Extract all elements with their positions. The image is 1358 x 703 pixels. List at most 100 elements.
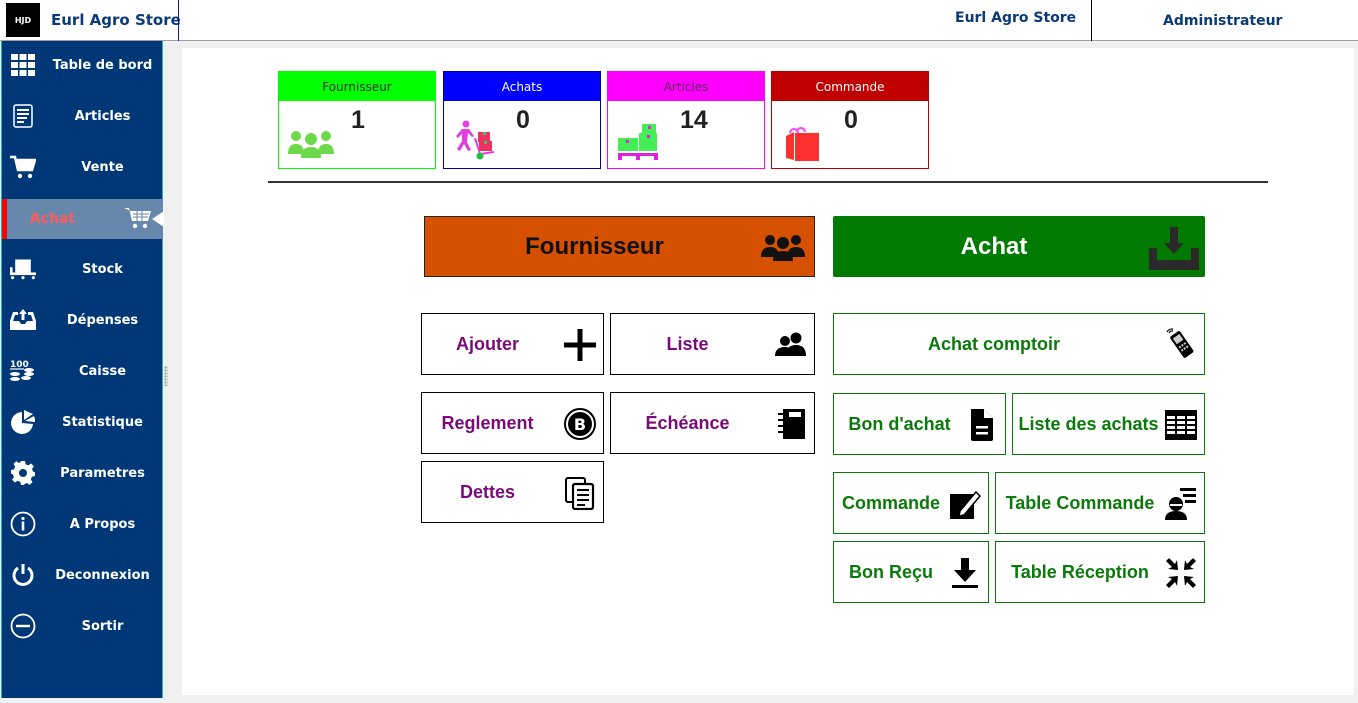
- file-icon: [965, 408, 999, 442]
- sidebar-item-label: Parametres: [60, 465, 145, 481]
- card-value: 0: [516, 106, 530, 134]
- bon-achat-button[interactable]: Bon d'achat: [833, 393, 1006, 455]
- minus-circle-icon: [10, 613, 36, 639]
- divider: [178, 0, 179, 41]
- dettes-label: Dettes: [459, 481, 516, 502]
- reglement-label: Reglement: [441, 412, 534, 433]
- sidebar-item-statistique[interactable]: Statistique: [2, 402, 163, 442]
- info-icon: [10, 511, 36, 537]
- echeance-label: Échéance: [645, 412, 730, 433]
- active-pointer: [152, 211, 164, 227]
- inbox-upload-icon: [10, 307, 36, 333]
- sidebar-item-achat[interactable]: Achat: [2, 199, 164, 239]
- card-title: Achats: [444, 72, 600, 101]
- card-articles[interactable]: Articles 14: [607, 71, 765, 169]
- sidebar-item-label: Stock: [82, 261, 123, 277]
- users-group-icon: [758, 225, 808, 271]
- boxes-pallet-icon: [616, 118, 666, 162]
- sidebar-item-label: Sortir: [81, 618, 124, 634]
- liste-des-achats-label: Liste des achats: [1018, 413, 1159, 434]
- power-icon: [10, 562, 36, 588]
- sidebar-item-label: A Propos: [69, 516, 136, 532]
- ajouter-button[interactable]: Ajouter: [421, 313, 604, 375]
- grid-icon: [10, 52, 36, 78]
- plus-icon: [563, 328, 597, 362]
- section-separator: [268, 181, 1268, 183]
- bitcoin-icon: B: [563, 407, 597, 441]
- sidebar-item-label: Articles: [74, 108, 131, 124]
- table-grid-icon: [1164, 408, 1198, 442]
- echeance-button[interactable]: Échéance: [610, 392, 815, 454]
- app-title: Eurl Agro Store: [51, 11, 181, 29]
- liste-label: Liste: [666, 333, 709, 354]
- table-commande-label: Table Commande: [1005, 492, 1155, 513]
- card-achats[interactable]: Achats 0: [443, 71, 601, 169]
- table-reception-label: Table Réception: [1011, 561, 1149, 582]
- card-value: 14: [680, 106, 708, 134]
- users-icon: [774, 328, 808, 362]
- download-icon: [948, 556, 982, 590]
- sidebar-item-label: Achat: [29, 211, 76, 227]
- divider: [1091, 0, 1092, 41]
- compress-arrows-icon: [1164, 556, 1198, 590]
- cart-icon: [10, 154, 36, 180]
- commande-button[interactable]: Commande: [833, 472, 989, 534]
- pallet-icon: [10, 256, 36, 282]
- sidebar-item-sortir[interactable]: Sortir: [2, 606, 163, 646]
- sidebar-item-caisse[interactable]: 100 Caisse: [2, 351, 163, 391]
- reglement-button[interactable]: Reglement B: [421, 392, 604, 454]
- bon-recu-button[interactable]: Bon Reçu: [833, 541, 989, 603]
- shopping-cart-icon: [124, 206, 152, 232]
- achat-section-label: Achat: [960, 232, 1028, 260]
- sidebar-item-label: Vente: [81, 159, 124, 175]
- user-role[interactable]: Administrateur: [1163, 13, 1282, 29]
- sidebar-item-vente[interactable]: Vente: [2, 147, 163, 187]
- card-fournisseur[interactable]: Fournisseur 1: [278, 71, 436, 169]
- sidebar-item-deconnexion[interactable]: Deconnexion: [2, 555, 163, 595]
- sidebar-item-stock[interactable]: Stock: [2, 249, 163, 289]
- bon-recu-label: Bon Reçu: [848, 561, 933, 582]
- sidebar-item-label: Table de bord: [52, 57, 153, 73]
- sidebar-item-articles[interactable]: Articles: [2, 96, 163, 136]
- table-reception-button[interactable]: Table Réception: [995, 541, 1205, 603]
- achat-section-button[interactable]: Achat: [833, 216, 1205, 277]
- card-commande[interactable]: Commande 0: [771, 71, 929, 169]
- liste-button[interactable]: Liste: [610, 313, 815, 375]
- bon-achat-label: Bon d'achat: [848, 413, 951, 434]
- dettes-button[interactable]: Dettes: [421, 461, 604, 523]
- sidebar-item-a-propos[interactable]: A Propos: [2, 504, 163, 544]
- sidebar-item-label: Caisse: [78, 363, 127, 379]
- achat-comptoir-button[interactable]: Achat comptoir: [833, 313, 1205, 375]
- top-bar: HJD Eurl Agro Store Eurl Agro Store Admi…: [0, 0, 1358, 41]
- table-commande-button[interactable]: Table Commande: [995, 472, 1205, 534]
- notebook-icon: [774, 407, 808, 441]
- copy-documents-icon: [563, 476, 597, 511]
- ajouter-label: Ajouter: [456, 333, 519, 354]
- liste-des-achats-button[interactable]: Liste des achats: [1012, 393, 1205, 455]
- commande-label: Commande: [841, 492, 940, 513]
- download-tray-icon: [1149, 224, 1199, 270]
- edit-icon: [948, 487, 982, 521]
- card-value: 1: [351, 106, 365, 134]
- delivery-person-icon: [452, 118, 502, 162]
- pie-chart-icon: [10, 409, 36, 435]
- sidebar-item-label: Dépenses: [66, 312, 139, 328]
- fournisseur-section-button[interactable]: Fournisseur: [424, 216, 815, 277]
- sidebar-item-table-de-bord[interactable]: Table de bord: [2, 45, 163, 85]
- sidebar-item-label: Deconnexion: [55, 567, 150, 583]
- card-title: Commande: [772, 72, 928, 101]
- user-list-icon: [1164, 487, 1198, 521]
- barcode-scanner-icon: [1164, 328, 1198, 362]
- document-list-icon: [10, 103, 36, 129]
- card-title: Articles: [608, 72, 764, 101]
- sidebar: Table de bord Articles Vente Achat Stock…: [1, 41, 164, 698]
- sidebar-item-parametres[interactable]: Parametres: [2, 453, 163, 493]
- fournisseur-section-label: Fournisseur: [525, 232, 664, 260]
- shopping-bag-icon: [780, 118, 830, 162]
- sidebar-item-label: Statistique: [62, 414, 143, 430]
- achat-comptoir-label: Achat comptoir: [927, 333, 1060, 354]
- users-icon: [287, 118, 337, 162]
- card-title: Fournisseur: [279, 72, 435, 101]
- splitter-handle[interactable]: [164, 366, 168, 386]
- sidebar-item-depenses[interactable]: Dépenses: [2, 300, 163, 340]
